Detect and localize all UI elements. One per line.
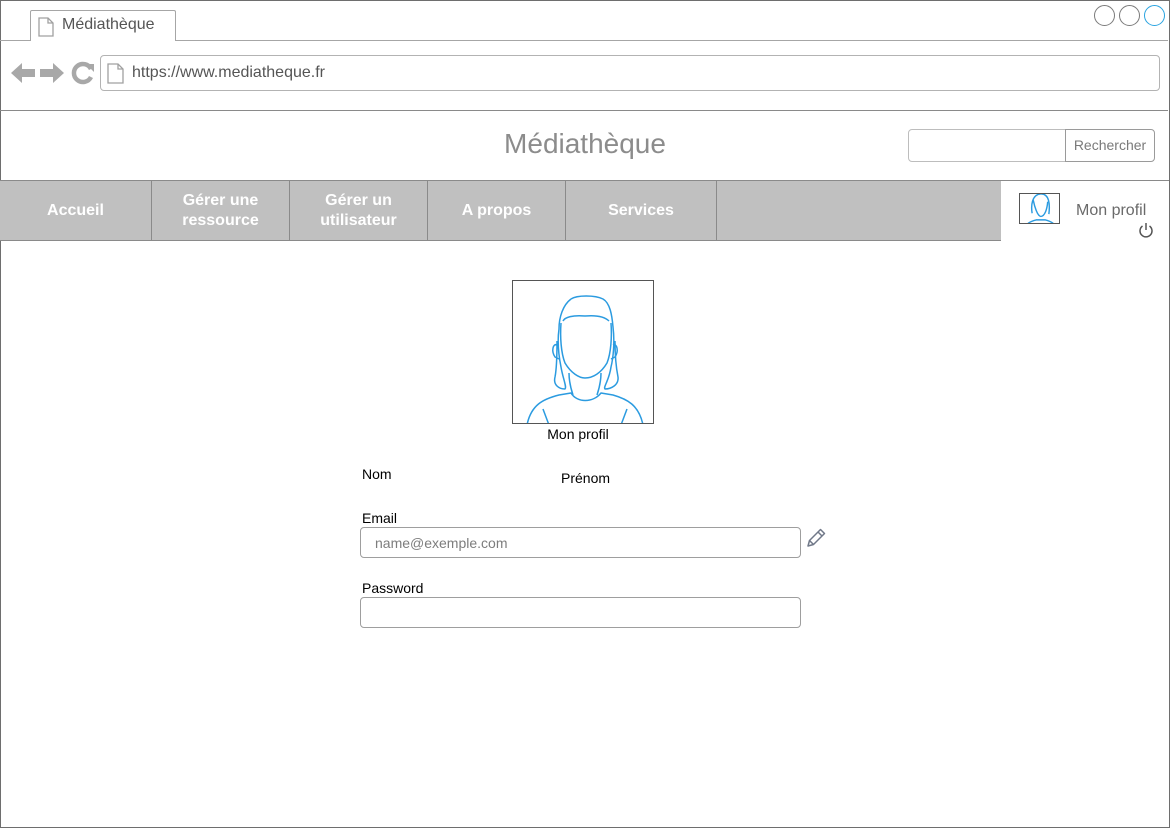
back-arrow-icon[interactable] (11, 62, 35, 84)
page-icon (107, 63, 124, 84)
nav-item-label: Gérer un utilisateur (320, 191, 397, 229)
search-button[interactable]: Rechercher (1065, 129, 1155, 162)
nav-item-label: A propos (461, 201, 532, 219)
avatar-caption: Mon profil (547, 426, 609, 442)
password-field[interactable] (360, 597, 801, 628)
profile-avatar[interactable] (512, 280, 654, 424)
minimize-button[interactable] (1094, 5, 1115, 26)
email-field[interactable] (360, 527, 801, 558)
email-label: Email (362, 510, 398, 526)
document-icon (38, 17, 54, 37)
password-label: Password (362, 580, 424, 596)
url-text: https://www.mediatheque.fr (132, 64, 325, 81)
prenom-label: Prénom (561, 470, 611, 486)
avatar[interactable] (1019, 193, 1060, 224)
close-button[interactable] (1144, 5, 1165, 26)
nav-item-label: Accueil (47, 201, 104, 219)
user-avatar-icon (1027, 194, 1054, 223)
address-bar[interactable]: https://www.mediatheque.fr (100, 55, 1160, 91)
main-navigation: Accueil Gérer une ressource Gérer un uti… (0, 180, 1001, 241)
power-icon[interactable] (1138, 222, 1154, 238)
user-avatar-icon (526, 295, 644, 423)
nav-item-gerer-utilisateur[interactable]: Gérer un utilisateur (290, 181, 428, 240)
profile-label[interactable]: Mon profil (1076, 202, 1146, 220)
nav-item-label: Services (608, 201, 674, 219)
search-input[interactable] (908, 129, 1068, 162)
browser-tab[interactable]: Médiathèque (30, 10, 176, 41)
chrome-divider (0, 110, 1168, 111)
nav-item-services[interactable]: Services (566, 181, 717, 240)
pencil-edit-icon[interactable] (805, 527, 827, 549)
tab-title: Médiathèque (62, 16, 155, 33)
forward-arrow-icon[interactable] (40, 62, 64, 84)
nav-item-label: Gérer une ressource (182, 191, 259, 229)
maximize-button[interactable] (1119, 5, 1140, 26)
reload-icon[interactable] (71, 61, 95, 85)
nom-label: Nom (362, 466, 392, 482)
site-title: Médiathèque (504, 128, 666, 159)
nav-item-accueil[interactable]: Accueil (0, 181, 152, 240)
nav-item-gerer-ressource[interactable]: Gérer une ressource (152, 181, 290, 240)
nav-item-a-propos[interactable]: A propos (428, 181, 566, 240)
